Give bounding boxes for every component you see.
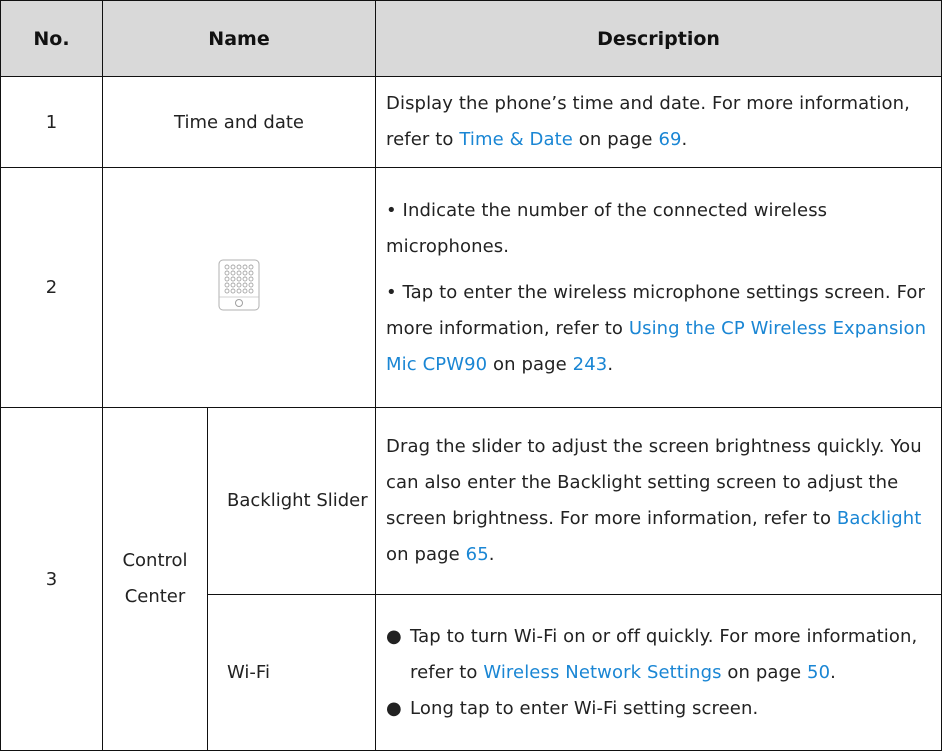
- backlight-link[interactable]: Backlight: [837, 508, 922, 529]
- time-date-link[interactable]: Time & Date: [459, 129, 573, 150]
- row-number: 2: [0, 167, 103, 408]
- list-item: ● Long tap to enter Wi-Fi setting screen…: [386, 691, 931, 727]
- description-text: .: [681, 129, 688, 150]
- row-description: • Indicate the number of the connected w…: [375, 167, 942, 408]
- wireless-microphone-icon: [218, 259, 260, 311]
- row-number: 3: [0, 407, 103, 751]
- wireless-network-settings-link[interactable]: Wireless Network Settings: [483, 662, 721, 683]
- description-text: .: [830, 661, 836, 683]
- control-center-label: Control Center: [122, 550, 188, 607]
- description-text: on page: [386, 544, 466, 565]
- description-text: .: [488, 544, 495, 565]
- bullet-icon: ●: [386, 697, 402, 719]
- description-bullet: • Indicate the number of the connected w…: [386, 199, 828, 257]
- description-text: on page: [721, 661, 808, 683]
- feature-table: No. Name Description 1 Time and date Dis…: [0, 0, 942, 751]
- list-item: ● Tap to turn Wi-Fi on or off quickly. F…: [386, 619, 931, 691]
- backlight-slider-label: Backlight Slider: [227, 490, 368, 511]
- sub-name: Wi-Fi: [206, 594, 377, 751]
- bullet-icon: ●: [386, 625, 402, 647]
- page-link[interactable]: 50: [807, 662, 830, 683]
- description-bullet: • Tap to enter the wireless microphone s…: [386, 275, 931, 383]
- row-description: Drag the slider to adjust the screen bri…: [375, 407, 942, 595]
- row-description: ● Tap to turn Wi-Fi on or off quickly. F…: [375, 594, 942, 751]
- page-link[interactable]: 243: [573, 354, 608, 375]
- row-name: Control Center: [102, 407, 208, 751]
- row-number: 1: [0, 76, 103, 168]
- row-description: Display the phone’s time and date. For m…: [375, 76, 942, 168]
- table-row: 2 • Indicate the number of the connected…: [0, 167, 942, 408]
- row-name: Time and date: [101, 76, 377, 168]
- table-row: 3 Control Center Backlight Slider Drag t…: [0, 407, 942, 751]
- table-row: 1 Time and date Display the phone’s time…: [0, 76, 942, 168]
- sub-name: Backlight Slider: [206, 407, 377, 595]
- page-link[interactable]: 65: [466, 544, 489, 565]
- row-name-icon-cell: [101, 167, 377, 408]
- list-item-text: Tap to turn Wi-Fi on or off quickly. For…: [410, 619, 931, 691]
- list-item-text: Long tap to enter Wi-Fi setting screen.: [410, 697, 759, 719]
- header-no: No.: [0, 0, 103, 77]
- description-text: on page: [487, 353, 573, 375]
- header-description: Description: [375, 0, 942, 77]
- header-row: No. Name Description: [0, 0, 942, 77]
- page-link[interactable]: 69: [658, 129, 681, 150]
- description-text: on page: [572, 129, 659, 150]
- description-text: .: [607, 353, 614, 375]
- header-name: Name: [101, 0, 377, 77]
- wifi-label: Wi-Fi: [227, 662, 270, 683]
